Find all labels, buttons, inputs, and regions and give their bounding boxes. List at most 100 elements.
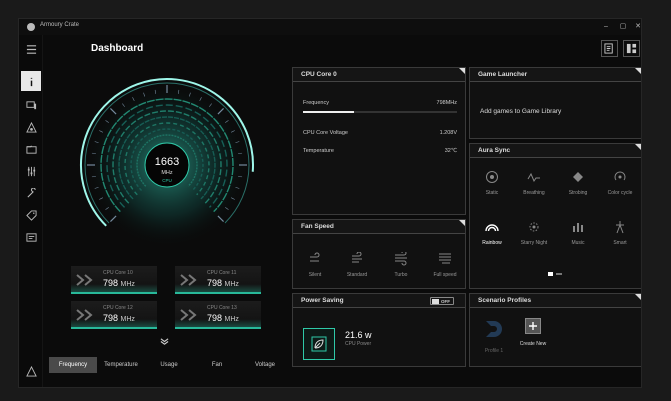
report-icon: [604, 43, 613, 54]
aura-effect-starry-night[interactable]: Starry Night: [512, 220, 556, 246]
panel-header: CPU Core 0: [293, 68, 465, 82]
plus-icon: [525, 318, 541, 334]
starry-night-icon: [529, 222, 539, 232]
voltage-row: CPU Core Voltage 1.208V: [303, 130, 457, 136]
panel-header: Power Saving OFF: [293, 294, 465, 308]
cpu-power-label: CPU Power: [345, 341, 372, 347]
sidebar-item-dashboard[interactable]: [21, 71, 41, 91]
app-logo-icon: [27, 23, 35, 31]
frequency-label: Frequency: [303, 100, 329, 106]
layout-button[interactable]: [623, 40, 640, 57]
sidebar-item-deals[interactable]: [23, 207, 39, 223]
sidebar-item-tools[interactable]: [23, 163, 39, 179]
gauge-unit: MHz: [161, 170, 173, 176]
title-bar: Armoury Crate – ▢ ✕: [19, 19, 641, 35]
layout-icon: [626, 43, 637, 54]
create-profile-button[interactable]: Create New: [516, 318, 550, 347]
rainbow-icon: [485, 224, 499, 232]
sidebar-item-aura[interactable]: [23, 119, 39, 135]
tab-usage[interactable]: Usage: [145, 357, 193, 373]
fan-speed-panel[interactable]: Fan Speed Silent Standard Turbo Full spe…: [292, 219, 466, 289]
cpu-core-panel[interactable]: CPU Core 0 Frequency 798MHz CPU Core Vol…: [292, 67, 466, 215]
core-label: CPU Core 11: [207, 270, 237, 276]
app-window: Armoury Crate – ▢ ✕ Dashboard 1663 MHz C…: [18, 18, 642, 388]
static-icon: [486, 171, 498, 183]
cpu-frequency-gauge: 1663 MHz CPU: [80, 78, 254, 249]
gauge-label: CPU: [162, 178, 172, 183]
sidebar-item-news[interactable]: [23, 229, 39, 245]
settings-button[interactable]: [23, 385, 39, 389]
cpu-core-icon: [180, 309, 197, 321]
metric-tabs: Frequency Temperature Usage Fan Voltage: [49, 357, 289, 373]
wind-standard-icon: [352, 252, 362, 263]
aura-effect-smart[interactable]: Smart: [598, 220, 641, 246]
page-indicator[interactable]: [556, 273, 562, 275]
sidebar-item-settings-tools[interactable]: [23, 185, 39, 201]
page-title: Dashboard: [91, 43, 144, 54]
device-icon: [25, 100, 36, 109]
cpu-core-icon: [76, 309, 93, 321]
report-button[interactable]: [601, 40, 618, 57]
tab-frequency[interactable]: Frequency: [49, 357, 97, 373]
sidebar-item-game-library[interactable]: [23, 141, 39, 157]
strobing-icon: [573, 172, 583, 182]
create-new-label: Create New: [519, 341, 547, 347]
panel-header: Game Launcher: [470, 68, 641, 82]
aura-effect-strobing[interactable]: Strobing: [556, 170, 600, 196]
sidebar-item-devices[interactable]: [23, 97, 39, 113]
page-indicator-active[interactable]: [548, 272, 553, 276]
core-value: 798 MHz: [103, 313, 135, 323]
core-label: CPU Core 10: [103, 270, 133, 276]
tag-icon: [25, 209, 37, 221]
tab-fan[interactable]: Fan: [193, 357, 241, 373]
expand-cores-button[interactable]: [158, 335, 170, 347]
breathing-icon: [527, 172, 540, 183]
tab-voltage[interactable]: Voltage: [241, 357, 289, 373]
music-icon: [573, 223, 583, 232]
profile-label: Profile 1: [484, 348, 504, 354]
power-saving-icon: [303, 328, 335, 360]
aura-effect-rainbow[interactable]: Rainbow: [470, 220, 514, 246]
power-saving-panel[interactable]: Power Saving OFF 21.6 w CPU Power: [292, 293, 466, 367]
fan-mode-standard[interactable]: Standard: [335, 252, 379, 278]
core-value: 798 MHz: [103, 278, 135, 288]
cpu-power-value: 21.6 w: [345, 330, 372, 340]
aura-effect-music[interactable]: Music: [556, 220, 600, 246]
game-launcher-panel[interactable]: Game Launcher Add games to Game Library: [469, 67, 641, 139]
info-icon: [30, 77, 32, 86]
aura-sync-panel[interactable]: Aura Sync Static Breathing Strobing Colo…: [469, 143, 641, 289]
leaf-chip-icon: [311, 336, 327, 352]
aura-effect-static[interactable]: Static: [470, 170, 514, 196]
close-button[interactable]: ✕: [631, 21, 641, 32]
core-label: CPU Core 12: [103, 305, 133, 311]
fan-mode-silent[interactable]: Silent: [293, 252, 337, 278]
wrench-icon: [26, 187, 36, 198]
frequency-row: Frequency 798MHz: [303, 100, 457, 106]
power-saving-toggle[interactable]: OFF: [430, 297, 454, 305]
minimize-button[interactable]: –: [599, 21, 613, 32]
temperature-label: Temperature: [303, 148, 334, 154]
scenario-profiles-panel[interactable]: Scenario Profiles Profile 1 Create New: [469, 293, 641, 367]
aura-effect-breathing[interactable]: Breathing: [512, 170, 556, 196]
cpu-core-icon: [76, 274, 93, 286]
fan-mode-turbo[interactable]: Turbo: [379, 252, 423, 278]
core-card: CPU Core 10 798 MHz: [71, 266, 157, 294]
profile-item[interactable]: Profile 1: [480, 318, 508, 354]
core-card: CPU Core 13 798 MHz: [175, 301, 261, 329]
menu-icon[interactable]: [23, 41, 39, 57]
chevron-down-icon: [160, 337, 168, 345]
sidebar-item-notifications[interactable]: [23, 363, 39, 379]
wind-full-icon: [439, 253, 451, 264]
core-card: CPU Core 12 798 MHz: [71, 301, 157, 329]
maximize-button[interactable]: ▢: [616, 21, 630, 32]
fan-mode-full-speed[interactable]: Full speed: [423, 252, 467, 278]
panel-header: Aura Sync: [470, 144, 641, 158]
aura-effect-color-cycle[interactable]: Color cycle: [598, 170, 641, 196]
tab-temperature[interactable]: Temperature: [97, 357, 145, 373]
profile-logo-icon: [486, 321, 502, 337]
wind-turbo-icon: [395, 252, 407, 266]
gear-icon: [26, 388, 37, 389]
add-games-link[interactable]: Add games to Game Library: [480, 108, 561, 115]
core-value: 798 MHz: [207, 278, 239, 288]
voltage-value: 1.208V: [439, 130, 457, 136]
